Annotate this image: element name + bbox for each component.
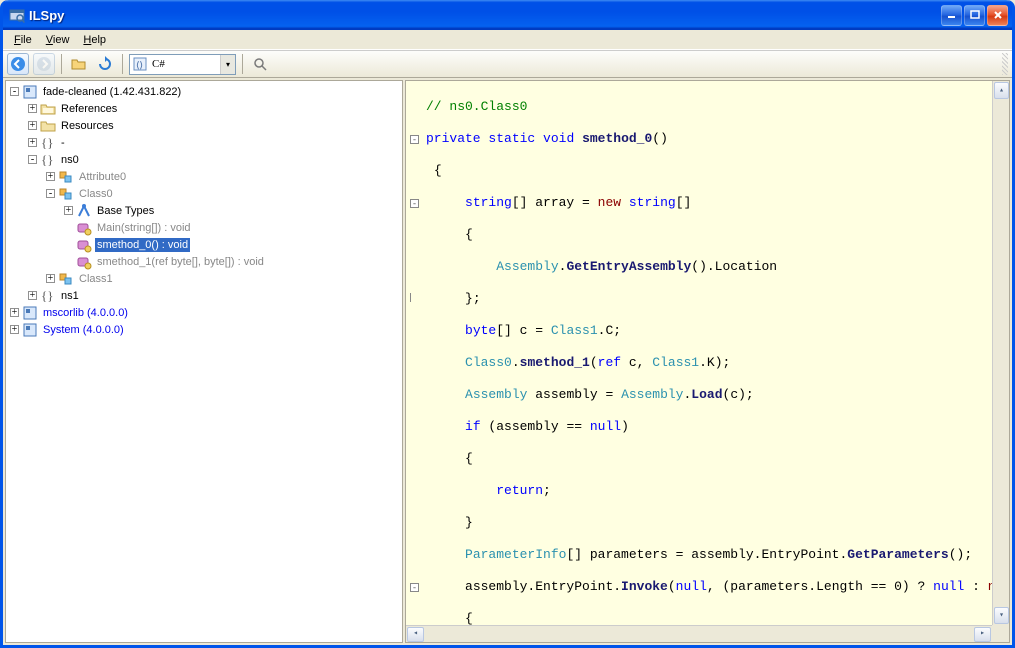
refresh-button[interactable] (94, 53, 116, 75)
method-icon (76, 254, 92, 270)
assembly-icon (22, 84, 38, 100)
content-area: -fade-cleaned (1.42.431.822) +References… (3, 78, 1012, 645)
folder-icon (40, 101, 56, 117)
namespace-icon: {} (40, 152, 56, 168)
code-pane: // ns0.Class0 -private static void smeth… (405, 80, 1010, 643)
tree-node-basetypes[interactable]: +Base Types (6, 202, 402, 219)
close-button[interactable] (987, 5, 1008, 26)
tree-node-smethod1[interactable]: smethod_1(ref byte[], byte[]) : void (6, 253, 402, 270)
separator (122, 54, 123, 74)
tree-node-ns0[interactable]: -{}ns0 (6, 151, 402, 168)
horizontal-scrollbar[interactable]: ◂ ▸ (406, 625, 992, 642)
tree-node-smethod0[interactable]: smethod_0() : void (6, 236, 402, 253)
tree-node-assembly[interactable]: -fade-cleaned (1.42.431.822) (6, 83, 402, 100)
search-button[interactable] (249, 53, 271, 75)
menubar: File View Help (3, 30, 1012, 50)
window-title: ILSpy (29, 8, 941, 23)
class-icon (58, 271, 74, 287)
tree-pane[interactable]: -fade-cleaned (1.42.431.822) +References… (5, 80, 403, 643)
app-icon (9, 7, 25, 23)
titlebar[interactable]: ILSpy (3, 0, 1012, 30)
basetypes-icon (76, 203, 92, 219)
toolbar: ⟨⟩ ▾ (3, 50, 1012, 78)
svg-text:{}: {} (41, 135, 53, 150)
tree-node-references[interactable]: +References (6, 100, 402, 117)
tree-node-main[interactable]: Main(string[]) : void (6, 219, 402, 236)
language-input[interactable] (150, 57, 220, 71)
tree-node-dash[interactable]: +{}- (6, 134, 402, 151)
app-window: ILSpy File View Help ⟨⟩ (0, 0, 1015, 648)
namespace-icon: {} (40, 288, 56, 304)
scroll-right-icon[interactable]: ▸ (974, 627, 991, 642)
tree-node-attribute0[interactable]: +Attribute0 (6, 168, 402, 185)
tree-node-class1[interactable]: +Class1 (6, 270, 402, 287)
class-icon (58, 169, 74, 185)
method-icon (76, 220, 92, 236)
menu-view[interactable]: View (39, 32, 77, 48)
method-icon (76, 237, 92, 253)
scroll-left-icon[interactable]: ◂ (407, 627, 424, 642)
svg-text:{}: {} (41, 288, 53, 303)
tree-node-resources[interactable]: +Resources (6, 117, 402, 134)
scroll-corner (992, 625, 1009, 642)
scroll-up-icon[interactable]: ▴ (994, 82, 1009, 99)
separator (61, 54, 62, 74)
toolbar-grip (1002, 53, 1008, 75)
open-button[interactable] (68, 53, 90, 75)
code-area[interactable]: // ns0.Class0 -private static void smeth… (405, 80, 1010, 643)
back-button[interactable] (7, 53, 29, 75)
maximize-button[interactable] (964, 5, 985, 26)
tree-node-ns1[interactable]: +{}ns1 (6, 287, 402, 304)
language-combo[interactable]: ⟨⟩ ▾ (129, 54, 236, 75)
forward-button[interactable] (33, 53, 55, 75)
dropdown-arrow-icon[interactable]: ▾ (220, 55, 235, 74)
namespace-icon: {} (40, 135, 56, 151)
scroll-down-icon[interactable]: ▾ (994, 607, 1009, 624)
assembly-icon (22, 322, 38, 338)
menu-help[interactable]: Help (76, 32, 113, 48)
separator (242, 54, 243, 74)
folder-icon (40, 118, 56, 134)
svg-text:⟨⟩: ⟨⟩ (136, 60, 143, 70)
language-icon: ⟨⟩ (130, 56, 150, 72)
tree-node-class0[interactable]: -Class0 (6, 185, 402, 202)
class-icon (58, 186, 74, 202)
tree-node-mscorlib[interactable]: +mscorlib (4.0.0.0) (6, 304, 402, 321)
assembly-icon (22, 305, 38, 321)
minimize-button[interactable] (941, 5, 962, 26)
menu-file[interactable]: File (7, 32, 39, 48)
svg-text:{}: {} (41, 152, 53, 167)
vertical-scrollbar[interactable]: ▴ ▾ (992, 81, 1009, 625)
tree-node-system[interactable]: +System (4.0.0.0) (6, 321, 402, 338)
